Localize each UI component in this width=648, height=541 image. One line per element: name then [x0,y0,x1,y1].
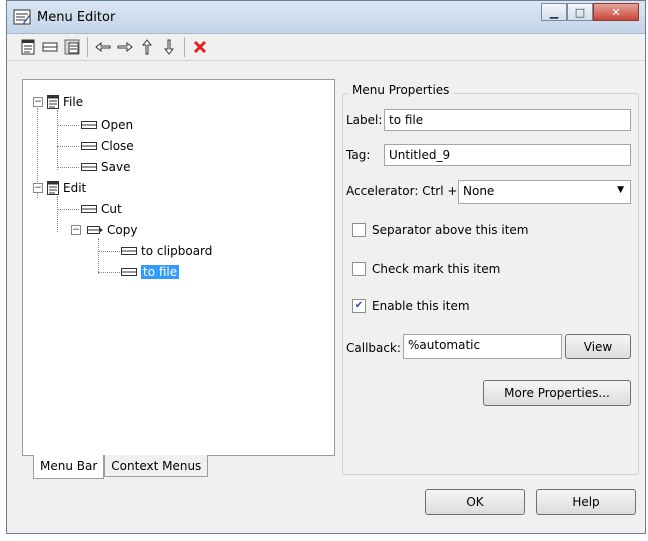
enable-checkbox[interactable]: ✔ Enable this item [352,299,470,313]
expand-toggle-edit[interactable]: − [33,183,43,193]
toolbar-separator [87,37,88,57]
toolbar [7,34,645,61]
tree-node-to-file[interactable]: to file [121,263,180,281]
close-button[interactable]: ✕ [593,3,639,21]
minimize-button[interactable]: ▁ [541,3,567,21]
expand-toggle-file[interactable]: − [33,97,43,107]
help-button[interactable]: Help [536,489,636,515]
move-down-button[interactable] [158,36,180,58]
separator-checkbox-box [352,223,366,237]
move-right-button[interactable] [114,36,136,58]
tree-connector [57,146,79,147]
toolbar-separator [184,37,185,57]
tag-input[interactable]: Untitled_9 [384,144,631,166]
tree-node-label: Cut [101,202,122,216]
menu-tree[interactable]: − File Open Close Save − Edit Cut − Copy… [22,79,335,456]
tree-connector [98,238,99,274]
more-properties-button[interactable]: More Properties... [483,380,631,406]
tree-connector [98,251,120,252]
tree-node-copy[interactable]: Copy [87,221,137,239]
new-menu-item-icon [42,42,58,52]
tree-node-label-selected: to file [141,265,180,279]
move-up-button[interactable] [136,36,158,58]
move-left-button[interactable] [92,36,114,58]
window-title: Menu Editor [37,10,116,25]
separator-checkbox[interactable]: Separator above this item [352,223,529,237]
arrow-up-icon [142,39,152,55]
callback-label: Callback: [346,341,401,355]
new-context-menu-button[interactable] [61,36,83,58]
menu-editor-icon [13,9,31,25]
maximize-icon: □ [574,5,586,19]
menu-item-icon [81,121,97,129]
arrow-right-icon [117,42,133,52]
tree-node-file[interactable]: File [47,93,83,111]
ok-button[interactable]: OK [425,489,525,515]
tree-node-label: Close [101,139,134,153]
delete-button[interactable] [189,36,211,58]
new-menu-button[interactable] [17,36,39,58]
enable-checkbox-box: ✔ [352,299,366,313]
tab-context-menus[interactable]: Context Menus [104,455,209,477]
submenu-item-icon [87,226,103,234]
enable-checkbox-label: Enable this item [372,299,470,313]
checkmark-icon: ✔ [354,300,364,311]
tree-node-label: Edit [63,181,87,195]
tree-node-label: Copy [107,223,138,237]
title-bar: Menu Editor ▁ □ ✕ [7,1,645,34]
menu-icon [47,181,59,195]
menu-properties-title: Menu Properties [348,83,454,97]
arrow-down-icon [164,39,174,55]
tab-menu-bar[interactable]: Menu Bar [33,455,105,479]
tree-node-label: File [63,95,84,109]
close-icon: ✕ [611,5,621,19]
window-controls: ▁ □ ✕ [541,3,639,23]
tree-node-to-clipboard[interactable]: to clipboard [121,242,212,260]
tag-field-label: Tag: [346,148,371,162]
tree-connector [57,209,79,210]
tree-node-label: Save [101,160,131,174]
tree-node-label: Open [101,118,134,132]
menu-icon [47,95,59,109]
label-field-label: Label: [346,113,383,127]
tree-connector [57,167,79,168]
label-input[interactable]: to file [384,109,631,131]
tree-node-edit[interactable]: Edit [47,179,86,197]
menu-item-icon [81,205,97,213]
tree-connector [57,196,58,232]
maximize-button[interactable]: □ [567,3,593,21]
new-context-menu-icon [64,39,80,55]
accelerator-label: Accelerator: Ctrl + [346,184,458,198]
expand-toggle-copy[interactable]: − [71,225,81,235]
accelerator-select[interactable]: None ▼ [458,180,631,204]
tree-node-label: to clipboard [141,244,213,258]
dropdown-arrow-icon: ▼ [617,185,624,195]
new-menu-item-button[interactable] [39,36,61,58]
tree-connector [98,272,120,273]
tree-node-save[interactable]: Save [81,158,130,176]
tree-connector [57,110,58,170]
view-button[interactable]: View [565,334,631,359]
accelerator-value: None [463,184,495,198]
menu-item-icon [121,268,137,276]
menu-item-icon [81,142,97,150]
minimize-icon: ▁ [549,5,559,19]
tree-node-cut[interactable]: Cut [81,200,122,218]
separator-checkbox-label: Separator above this item [372,223,529,237]
tree-node-close[interactable]: Close [81,137,134,155]
menu-item-icon [121,247,137,255]
delete-icon [193,40,207,54]
menu-item-icon [81,163,97,171]
new-menu-icon [21,39,35,55]
checkmark-checkbox-label: Check mark this item [372,262,501,276]
checkmark-checkbox-box [352,262,366,276]
callback-input[interactable]: %automatic [403,334,562,359]
menu-type-tabs: Menu Bar Context Menus [33,455,209,479]
arrow-left-icon [95,42,111,52]
tree-node-open[interactable]: Open [81,116,133,134]
checkmark-checkbox[interactable]: Check mark this item [352,262,500,276]
tree-connector [57,125,79,126]
